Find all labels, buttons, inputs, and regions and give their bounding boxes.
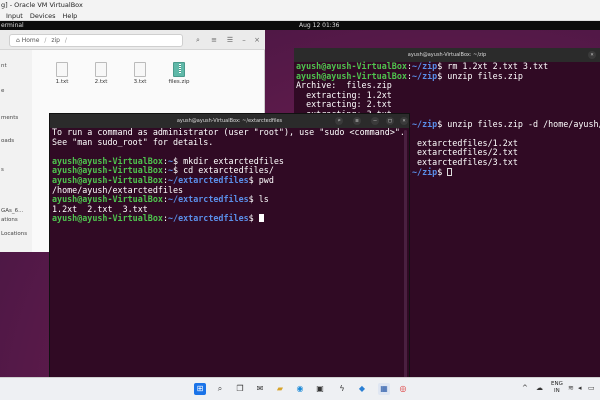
archive-file-icon <box>173 62 185 77</box>
terminal-window-extarctedfiles[interactable]: ayush@ayush-VirtualBox: ~/extarctedfiles… <box>49 113 410 377</box>
prompt-path: ~/extarctedfiles <box>167 174 249 185</box>
sidebar-item-downloads[interactable]: oads <box>1 138 14 144</box>
text-cursor <box>258 214 264 223</box>
windows-taskbar: ⊞ ⌕ ❐ ✉ ▰ ◉ ▣ ϟ ◆ ▦ ◎ ^ ☁ ENG IN ≋ ◂ ▭ <box>0 377 600 400</box>
path-bar[interactable]: ⌂ Home / zip / <box>9 34 183 47</box>
sidebar-item-other[interactable]: ations <box>1 217 18 223</box>
home-folder-icon: ⌂ <box>16 37 20 44</box>
file-name: 1.txt <box>55 79 69 85</box>
prompt-path: ~ <box>167 155 174 166</box>
prompt-path: ~/zip <box>411 70 438 81</box>
sidebar-item-other-locations[interactable]: Locations <box>1 231 27 237</box>
chat-icon[interactable]: ✉ <box>254 383 266 395</box>
windows-start-icon[interactable]: ⊞ <box>194 383 206 395</box>
dropbox-icon[interactable]: ◆ <box>356 383 368 395</box>
terminal-title: ayush@ayush-VirtualBox: ~/zip <box>407 52 487 58</box>
task-view-icon[interactable]: ❐ <box>234 383 246 395</box>
prompt-user: ayush@ayush-VirtualBox <box>52 165 163 176</box>
virtualbox-menu-bar: Input Devices Help <box>0 11 600 21</box>
virtualbox-icon[interactable]: ▦ <box>378 383 390 395</box>
sidebar-item-recent[interactable]: nt <box>1 63 7 69</box>
text-file-icon <box>56 62 68 77</box>
file-item[interactable]: 1.txt <box>47 62 77 85</box>
prompt-path: ~/zip <box>411 118 438 129</box>
terminal-title-bar: ayush@ayush-VirtualBox: ~/zip <box>294 48 600 62</box>
battery-icon[interactable]: ▭ <box>588 384 595 392</box>
menu-icon[interactable]: ≡ <box>353 117 361 125</box>
prompt-path: ~/extarctedfiles <box>167 213 249 224</box>
file-name: 2.txt <box>94 79 108 85</box>
prompt-user: ayush@ayush-VirtualBox <box>52 174 163 185</box>
app-icon[interactable]: ϟ <box>336 383 348 395</box>
maximize-icon[interactable]: □ <box>386 117 394 125</box>
close-icon[interactable]: × <box>400 117 408 125</box>
prompt-path: ~/zip <box>411 61 438 71</box>
sidebar-item-home[interactable]: e <box>1 88 4 94</box>
gnome-top-bar: erminal Aug 12 01:36 <box>0 21 600 30</box>
close-icon[interactable]: × <box>588 51 596 59</box>
clock[interactable]: Aug 12 01:36 <box>299 21 339 30</box>
region-code: IN <box>554 387 560 394</box>
text-cursor <box>447 167 453 176</box>
language-code: ENG <box>551 381 563 387</box>
prompt-user: ayush@ayush-VirtualBox <box>52 213 163 224</box>
view-options-icon[interactable]: ≡ <box>208 34 220 46</box>
sidebar-item-guest-additions[interactable]: GAs_6... <box>1 208 23 214</box>
volume-icon[interactable]: ◂ <box>578 384 582 392</box>
cloud-icon[interactable]: ☁ <box>536 384 543 392</box>
chrome-icon[interactable]: ◎ <box>397 383 409 395</box>
prompt-path: ~/extarctedfiles <box>167 194 249 205</box>
file-item[interactable]: 3.txt <box>125 62 155 85</box>
chevron-up-icon[interactable]: ^ <box>522 384 528 392</box>
activities-app-label[interactable]: erminal <box>1 21 24 30</box>
menu-devices[interactable]: Devices <box>30 11 56 20</box>
path-home[interactable]: Home <box>22 37 40 44</box>
virtualbox-title: g] - Oracle VM VirtualBox <box>1 1 83 9</box>
file-name: 3.txt <box>133 79 147 85</box>
ubuntu-desktop: erminal Aug 12 01:36 ⌂ Home / zip / ⌕ ≡ … <box>0 21 600 377</box>
virtualbox-title-bar: g] - Oracle VM VirtualBox <box>0 0 600 11</box>
sidebar-item-documents[interactable]: ments <box>1 115 18 121</box>
prompt-user: ayush@ayush-VirtualBox <box>296 70 407 81</box>
scrollbar[interactable] <box>404 130 407 377</box>
path-current-folder[interactable]: zip <box>51 37 60 44</box>
terminal-output-line: See "man sudo_root" for details. <box>52 136 214 147</box>
minimize-icon[interactable]: – <box>238 34 250 46</box>
menu-input[interactable]: Input <box>6 11 23 20</box>
file-item[interactable]: 2.txt <box>86 62 116 85</box>
search-icon[interactable]: ⌕ <box>214 383 226 395</box>
edge-icon[interactable]: ◉ <box>294 383 306 395</box>
text-file-icon <box>134 62 146 77</box>
language-indicator[interactable]: ENG IN <box>551 381 563 394</box>
prompt-path: ~ <box>167 165 174 176</box>
close-icon[interactable]: × <box>251 34 263 46</box>
terminal-prompt-line: ayush@ayush-VirtualBox:~/extarctedfiles$ <box>52 214 405 224</box>
file-item[interactable]: files.zip <box>164 62 194 85</box>
prompt-path: ~/zip <box>411 166 438 177</box>
menu-icon[interactable]: ☰ <box>224 34 236 46</box>
search-icon[interactable]: ⌕ <box>192 34 204 46</box>
sidebar-item-pictures[interactable]: s <box>1 167 4 173</box>
prompt-user: ayush@ayush-VirtualBox <box>296 61 407 71</box>
file-name: files.zip <box>168 79 190 85</box>
prompt-user: ayush@ayush-VirtualBox <box>52 194 163 205</box>
files-sidebar: nt e ments oads s GAs_6... ations Locati… <box>0 50 32 252</box>
search-icon[interactable]: ⌕ <box>335 117 343 125</box>
text-file-icon <box>95 62 107 77</box>
minimize-icon[interactable]: – <box>371 117 379 125</box>
menu-help[interactable]: Help <box>62 11 77 20</box>
terminal-output[interactable]: To run a command as administrator (user … <box>50 127 405 224</box>
store-icon[interactable]: ▣ <box>314 383 326 395</box>
file-explorer-icon[interactable]: ▰ <box>274 383 286 395</box>
prompt-user: ayush@ayush-VirtualBox <box>52 155 163 166</box>
wifi-icon[interactable]: ≋ <box>568 384 574 392</box>
terminal-title: ayush@ayush-VirtualBox: ~/extarctedfiles <box>176 118 283 124</box>
files-header-bar: ⌂ Home / zip / ⌕ ≡ ☰ – × <box>0 30 265 50</box>
